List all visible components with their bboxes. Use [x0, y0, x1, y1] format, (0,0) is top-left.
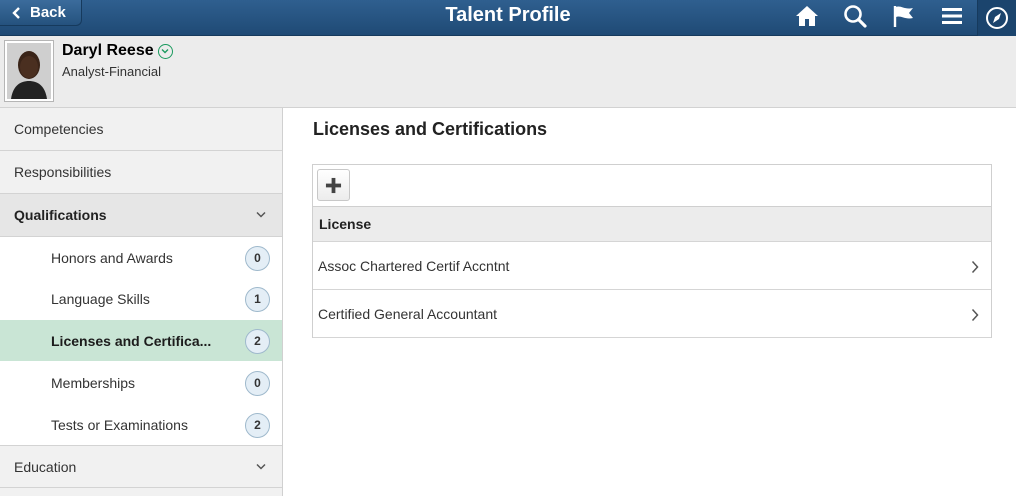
count-badge: 0 [245, 370, 270, 396]
home-icon[interactable] [794, 3, 820, 29]
table-row[interactable]: Assoc Chartered Certif Accntnt [313, 242, 991, 290]
sidebar-item-label: Education [14, 458, 77, 475]
licenses-grid: License Assoc Chartered Certif Accntnt C… [312, 164, 992, 338]
avatar [4, 40, 54, 102]
sidebar-item-qualifications[interactable]: Qualifications [0, 194, 282, 237]
sidebar-item-responsibilities[interactable]: Responsibilities [0, 151, 282, 194]
count-badge: 1 [245, 286, 270, 312]
page-title: Licenses and Certifications [313, 119, 548, 139]
chevron-right-icon [971, 260, 979, 273]
sidebar-item-competencies[interactable]: Competencies [0, 108, 282, 151]
person-photo-icon [7, 43, 51, 99]
sidebar-subitem-memberships[interactable]: Memberships 0 [0, 362, 282, 403]
related-actions-button[interactable] [157, 43, 173, 59]
chevron-down-icon [256, 463, 266, 470]
flag-icon[interactable] [891, 3, 917, 29]
sidebar: Competencies Responsibilities Qualificat… [0, 108, 283, 496]
chevron-right-icon [971, 308, 979, 321]
sidebar-subitem-label: Tests or Examinations [51, 416, 188, 433]
person-name: Daryl Reese [62, 42, 173, 60]
sidebar-subitem-licenses-certifications[interactable]: Licenses and Certifica... 2 [0, 320, 282, 361]
sidebar-item-label: Competencies [14, 121, 104, 137]
sidebar-subitem-label: Licenses and Certifica... [51, 332, 212, 349]
add-button[interactable] [317, 169, 350, 201]
sidebar-subitem-honors-awards[interactable]: Honors and Awards 0 [0, 237, 282, 278]
sidebar-subitem-label: Language Skills [51, 290, 150, 307]
row-label: Certified General Accountant [318, 305, 497, 322]
sidebar-subitem-label: Memberships [51, 374, 136, 391]
sidebar-item-label: Responsibilities [14, 164, 112, 180]
chevron-left-icon [12, 6, 20, 19]
column-header-license[interactable]: License [313, 207, 991, 242]
sidebar-subitem-language-skills[interactable]: Language Skills 1 [0, 278, 282, 319]
sidebar-item-education[interactable]: Education [0, 445, 282, 488]
menu-icon[interactable] [939, 3, 965, 29]
person-name-text: Daryl Reese [62, 42, 154, 59]
sidebar-item-label: Qualifications [14, 207, 107, 223]
person-job-title: Analyst-Financial [62, 64, 161, 79]
sidebar-subitem-tests-examinations[interactable]: Tests or Examinations 2 [0, 404, 282, 445]
compass-icon[interactable] [978, 0, 1016, 36]
search-icon[interactable] [842, 3, 868, 29]
back-button-label: Back [30, 4, 66, 21]
sidebar-item-next[interactable] [0, 488, 282, 496]
sidebar-subitem-label: Honors and Awards [51, 249, 173, 266]
grid-toolbar [313, 165, 991, 207]
table-row[interactable]: Certified General Accountant [313, 290, 991, 338]
profile-banner: Daryl Reese Analyst-Financial [0, 36, 1016, 108]
app-header: Back Talent Profile [0, 0, 1016, 36]
row-label: Assoc Chartered Certif Accntnt [318, 257, 510, 274]
back-button[interactable]: Back [0, 0, 82, 26]
chevron-down-icon [256, 211, 266, 218]
plus-icon [325, 177, 342, 193]
chevron-down-icon [161, 49, 169, 54]
count-badge: 2 [245, 412, 270, 438]
count-badge: 2 [245, 328, 270, 354]
count-badge: 0 [245, 245, 270, 271]
